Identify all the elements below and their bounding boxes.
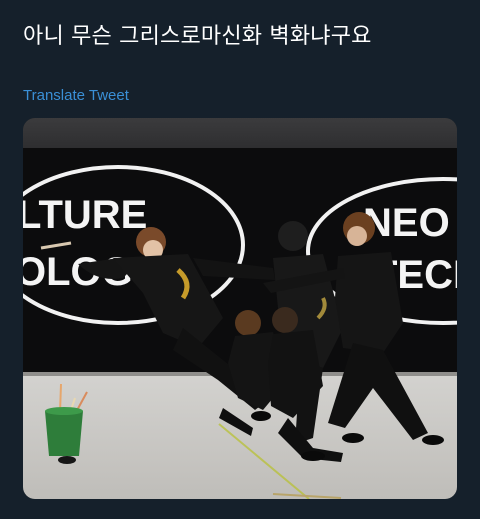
translate-tweet-link[interactable]: Translate Tweet xyxy=(23,86,129,106)
tweet-text: 아니 무슨 그리스로마신화 벽화냐구요 xyxy=(23,24,372,49)
tweet-photo[interactable]: LTURE OLOG NEO TECH xyxy=(23,118,457,499)
wall-text-right-top: NEO xyxy=(363,201,450,245)
tweet-screen: 아니 무슨 그리스로마신화 벽화냐구요 Translate Tweet LTUR… xyxy=(0,0,480,519)
wall-text-left-top: LTURE xyxy=(23,193,147,237)
dance-practice-photo: LTURE OLOG NEO TECH xyxy=(23,118,457,499)
